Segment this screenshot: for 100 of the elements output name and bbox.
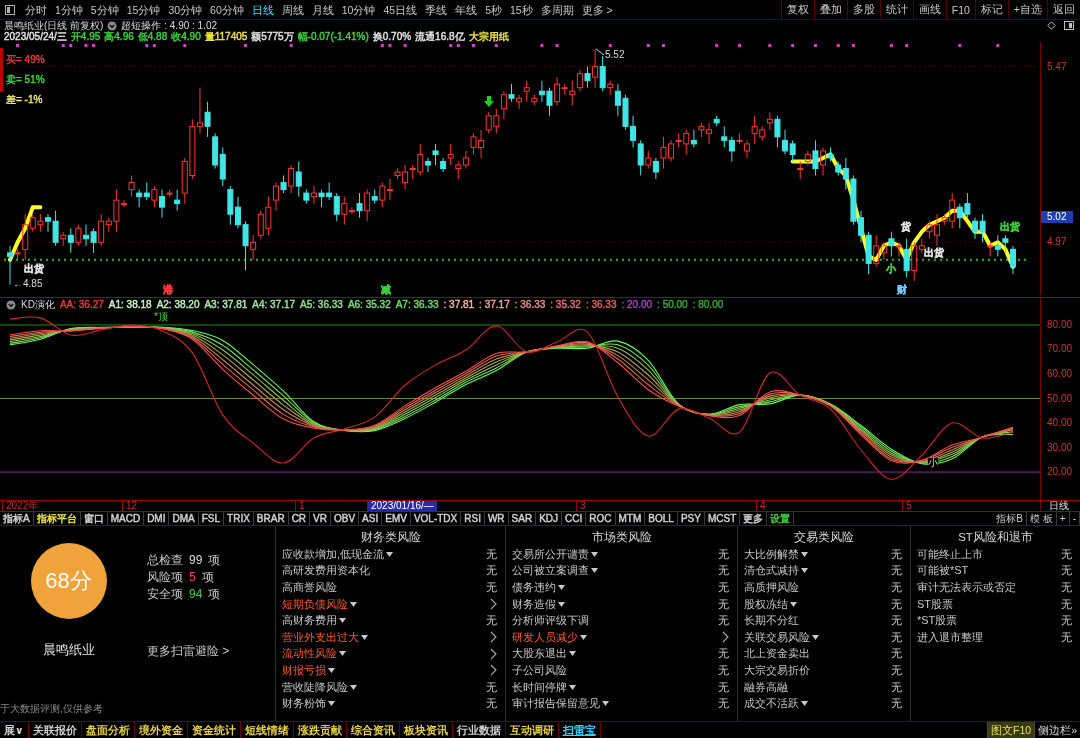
- indicator-tab[interactable]: VOL-TDX: [410, 512, 462, 525]
- risk-item-label[interactable]: 应收款增加,低现金流: [282, 546, 385, 562]
- period-tab[interactable]: 年线: [451, 0, 482, 19]
- period-tab[interactable]: 5分钟: [86, 0, 123, 19]
- risk-item-label[interactable]: 子公司风险: [512, 662, 567, 678]
- risk-item-label[interactable]: 审计无法表示或否定: [917, 580, 1016, 595]
- risk-item-label[interactable]: 营业外支出过大: [282, 629, 359, 645]
- indicator-tab[interactable]: 指标平台: [33, 512, 81, 525]
- chevron-icon[interactable]: [490, 598, 497, 611]
- indicator-tab[interactable]: BOLL: [645, 512, 678, 525]
- caret-icon[interactable]: [790, 601, 797, 607]
- period-tab[interactable]: 周线: [277, 0, 308, 19]
- risk-item-label[interactable]: 债务违约: [512, 580, 556, 595]
- panel-icon[interactable]: [5, 4, 15, 15]
- period-tab[interactable]: 45日线: [379, 0, 422, 19]
- risk-item-label[interactable]: 成交不活跃: [744, 696, 799, 712]
- bottom-tab[interactable]: 展∨: [0, 722, 29, 738]
- indicator-tab[interactable]: 指标B: [993, 512, 1028, 525]
- risk-item-label[interactable]: 长期不分红: [744, 613, 799, 629]
- caret-icon[interactable]: [350, 684, 357, 690]
- chevron-icon[interactable]: [490, 664, 497, 677]
- risk-item-label[interactable]: 高财务费用: [282, 613, 337, 629]
- risk-item-label[interactable]: 流动性风险: [282, 646, 337, 662]
- caret-icon[interactable]: [558, 585, 565, 590]
- caret-icon[interactable]: [602, 701, 609, 707]
- caret-icon[interactable]: [569, 684, 576, 690]
- risk-item-label[interactable]: ST股票: [917, 596, 954, 612]
- indicator-tab[interactable]: CCI: [562, 512, 587, 525]
- risk-item-label[interactable]: 大比例解禁: [744, 546, 799, 562]
- caret-icon[interactable]: [361, 634, 368, 640]
- period-tab[interactable]: 季线: [421, 0, 452, 19]
- risk-item-label[interactable]: 大宗交易折价: [744, 662, 810, 678]
- caret-icon[interactable]: [801, 568, 808, 574]
- risk-item-label[interactable]: 短期负债风险: [282, 596, 348, 612]
- period-tab[interactable]: 60分钟: [206, 0, 248, 19]
- window-icon[interactable]: [1064, 21, 1074, 30]
- more-scan-link[interactable]: 更多扫雷避险 >: [147, 644, 230, 658]
- period-tab[interactable]: 月线: [307, 0, 338, 19]
- indicator-tab[interactable]: OBV: [331, 512, 360, 525]
- indicator-tab[interactable]: WR: [484, 512, 509, 525]
- chevron-icon[interactable]: [490, 647, 497, 660]
- chevron-icon[interactable]: [490, 631, 497, 644]
- period-tab[interactable]: 更多 >: [577, 0, 617, 19]
- risk-item-label[interactable]: 分析师评级下调: [512, 613, 589, 629]
- indicator-tab[interactable]: RSI: [461, 512, 485, 525]
- side-button[interactable]: 图文F10: [987, 722, 1035, 738]
- period-tab[interactable]: 多周期: [536, 0, 578, 19]
- side-button[interactable]: 侧边栏»: [1034, 722, 1080, 738]
- period-tab[interactable]: 5秒: [481, 0, 506, 19]
- indicator-tab[interactable]: ROC: [586, 512, 616, 525]
- indicator-tab[interactable]: VR: [310, 512, 331, 525]
- period-tab[interactable]: 30分钟: [164, 0, 207, 19]
- caret-icon[interactable]: [328, 667, 335, 673]
- caret-icon[interactable]: [801, 551, 808, 557]
- caret-icon[interactable]: [569, 651, 576, 657]
- risk-item-label[interactable]: 进入退市整理: [917, 629, 983, 645]
- caret-icon[interactable]: [591, 568, 598, 574]
- caret-icon[interactable]: [339, 618, 346, 624]
- risk-item-label[interactable]: 公司被立案调查: [512, 563, 589, 579]
- indicator-tab[interactable]: 设置: [767, 512, 795, 525]
- caret-icon[interactable]: [591, 551, 598, 557]
- circle-caret-icon[interactable]: [107, 20, 118, 31]
- chevron-icon[interactable]: [722, 631, 729, 644]
- risk-item-label[interactable]: 财务粉饰: [282, 696, 326, 712]
- risk-item-label[interactable]: 财报亏损: [282, 662, 326, 678]
- indicator-tab[interactable]: 更多: [740, 512, 768, 525]
- caret-icon[interactable]: [386, 551, 394, 557]
- risk-item-label[interactable]: 营收陡降风险: [282, 679, 348, 695]
- indicator-tab[interactable]: 模 板: [1027, 512, 1057, 525]
- risk-item-label[interactable]: *ST股票: [917, 613, 958, 629]
- indicator-tab[interactable]: SAR: [508, 512, 537, 525]
- risk-item-label[interactable]: 可能终止上市: [917, 546, 983, 562]
- indicator-tab[interactable]: ASI: [359, 512, 383, 525]
- risk-item-label[interactable]: 高商誉风险: [282, 580, 337, 595]
- indicator-tab[interactable]: DMI: [144, 512, 170, 525]
- risk-item-label[interactable]: 长时间停牌: [512, 679, 567, 695]
- period-tab[interactable]: 15分钟: [122, 0, 165, 19]
- indicator-tab[interactable]: EMV: [382, 512, 411, 525]
- risk-item-label[interactable]: 股权冻结: [744, 596, 788, 612]
- caret-icon[interactable]: [580, 634, 587, 640]
- caret-icon[interactable]: [558, 601, 565, 607]
- caret-icon[interactable]: [328, 701, 335, 707]
- caret-icon[interactable]: [812, 634, 819, 640]
- risk-item-label[interactable]: 高质押风险: [744, 580, 799, 595]
- risk-item-label[interactable]: 清仓式减持: [744, 563, 799, 579]
- risk-item-label[interactable]: 融券高融: [744, 679, 788, 695]
- indicator-tab[interactable]: KDJ: [536, 512, 563, 525]
- period-tab[interactable]: 分时: [21, 0, 51, 19]
- risk-item-label[interactable]: 可能被*ST: [917, 563, 969, 579]
- circle-caret-icon[interactable]: [6, 299, 16, 310]
- diamond-icon[interactable]: [1047, 21, 1056, 30]
- risk-item-label[interactable]: 财务造假: [512, 596, 556, 612]
- period-tab[interactable]: 15秒: [505, 0, 537, 19]
- risk-item-label[interactable]: 审计报告保留意见: [512, 696, 600, 712]
- indicator-tab[interactable]: 指标A: [0, 512, 34, 525]
- caret-icon[interactable]: [801, 701, 808, 707]
- risk-item-label[interactable]: 研发人员减少: [512, 629, 578, 645]
- risk-item-label[interactable]: 大股东退出: [512, 646, 567, 662]
- indicator-tab[interactable]: TRIX: [224, 512, 254, 525]
- risk-item-label[interactable]: 关联交易风险: [744, 629, 810, 645]
